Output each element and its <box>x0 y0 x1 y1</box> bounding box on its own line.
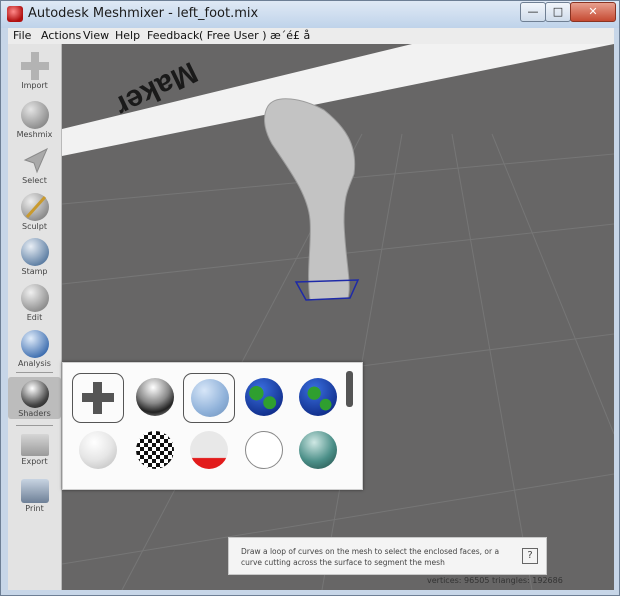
white-sphere-icon <box>79 431 117 469</box>
sidebar-item-label: Export <box>21 457 48 466</box>
meshmixer-app-icon <box>7 6 23 22</box>
shader-earth[interactable] <box>238 373 290 423</box>
edit-icon <box>20 284 49 312</box>
select-arrow-icon <box>21 147 49 175</box>
sidebar-item-label: Stamp <box>21 267 48 276</box>
earth-icon <box>245 378 283 416</box>
meshmix-icon <box>20 101 49 129</box>
shader-checker[interactable] <box>129 426 181 476</box>
plus-icon <box>20 52 49 80</box>
shader-add[interactable] <box>72 373 124 423</box>
sidebar-item-label: Select <box>22 176 47 185</box>
menu-user[interactable]: ( Free User ) æ´é£ å <box>199 29 310 42</box>
sidebar-item-sculpt[interactable]: Sculpt <box>8 193 61 231</box>
sidebar-item-label: Analysis <box>18 359 51 368</box>
shader-sphere-icon <box>20 380 49 408</box>
sidebar-item-label: Print <box>25 504 44 513</box>
plus-icon <box>82 382 114 414</box>
tool-sidebar: Import Meshmix Select Sculpt Stamp Edit <box>8 44 62 590</box>
sidebar-item-label: Shaders <box>18 409 51 418</box>
menu-bar: File Actions View Help Feedback ( Free U… <box>8 28 614 44</box>
sidebar-item-meshmix[interactable]: Meshmix <box>8 101 61 139</box>
shader-earth-2[interactable] <box>292 373 344 423</box>
sidebar-item-import[interactable]: Import <box>8 52 61 90</box>
sidebar-item-label: Sculpt <box>22 222 47 231</box>
sidebar-item-export[interactable]: Export <box>8 431 61 466</box>
white-flat-sphere-icon <box>245 431 283 469</box>
print-icon <box>20 479 49 503</box>
menu-actions[interactable]: Actions <box>41 29 81 42</box>
sidebar-item-shaders[interactable]: Shaders <box>8 377 61 419</box>
shader-teal[interactable] <box>292 426 344 476</box>
shader-overhang[interactable] <box>183 426 235 476</box>
maximize-button[interactable]: □ <box>545 2 571 22</box>
minimize-button[interactable]: — <box>520 2 546 22</box>
sculpt-brush-icon <box>20 193 49 221</box>
shader-white-gloss[interactable] <box>72 426 124 476</box>
app-window: Autodesk Meshmixer - left_foot.mix — □ ✕… <box>0 0 620 596</box>
earth-icon <box>299 378 337 416</box>
export-folder-icon <box>20 434 49 456</box>
tool-hint-box: Draw a loop of curves on the mesh to sel… <box>228 537 547 575</box>
sidebar-item-analysis[interactable]: Analysis <box>8 330 61 368</box>
sidebar-item-label: Import <box>21 81 48 90</box>
sidebar-item-label: Meshmix <box>16 130 53 139</box>
window-title: Autodesk Meshmixer - left_foot.mix <box>28 6 259 21</box>
sidebar-divider <box>16 425 53 426</box>
shader-blue-matte[interactable] <box>183 373 235 423</box>
shader-chrome[interactable] <box>129 373 181 423</box>
help-button[interactable]: ? <box>522 548 538 564</box>
sidebar-item-edit[interactable]: Edit <box>8 284 61 322</box>
foot-mesh-model[interactable] <box>264 98 356 301</box>
shader-white-flat[interactable] <box>238 426 290 476</box>
menu-help[interactable]: Help <box>115 29 140 42</box>
menu-view[interactable]: View <box>83 29 109 42</box>
hint-text: Draw a loop of curves on the mesh to sel… <box>241 547 500 567</box>
sidebar-item-print[interactable]: Print <box>8 477 61 513</box>
close-button[interactable]: ✕ <box>570 2 616 22</box>
red-white-sphere-icon <box>190 431 228 469</box>
3d-viewport[interactable]: Maker <box>62 44 614 590</box>
viewport-scene: Maker <box>62 44 614 590</box>
sidebar-item-label: Edit <box>26 313 43 322</box>
sidebar-item-select[interactable]: Select <box>8 147 61 185</box>
teal-sphere-icon <box>299 431 337 469</box>
stamp-icon <box>20 238 49 266</box>
chrome-sphere-icon <box>136 378 174 416</box>
mesh-stats: vertices: 96505 triangles: 192686 <box>427 576 563 585</box>
analysis-icon <box>20 330 49 358</box>
title-bar: Autodesk Meshmixer - left_foot.mix — □ ✕ <box>1 1 619 28</box>
shader-panel-scrollbar[interactable] <box>346 371 353 407</box>
checker-sphere-icon <box>136 431 174 469</box>
blue-sphere-icon <box>191 379 229 417</box>
sidebar-item-stamp[interactable]: Stamp <box>8 238 61 276</box>
sidebar-divider <box>16 372 53 373</box>
menu-file[interactable]: File <box>13 29 31 42</box>
menu-feedback[interactable]: Feedback <box>147 29 199 42</box>
shader-panel <box>62 362 363 490</box>
